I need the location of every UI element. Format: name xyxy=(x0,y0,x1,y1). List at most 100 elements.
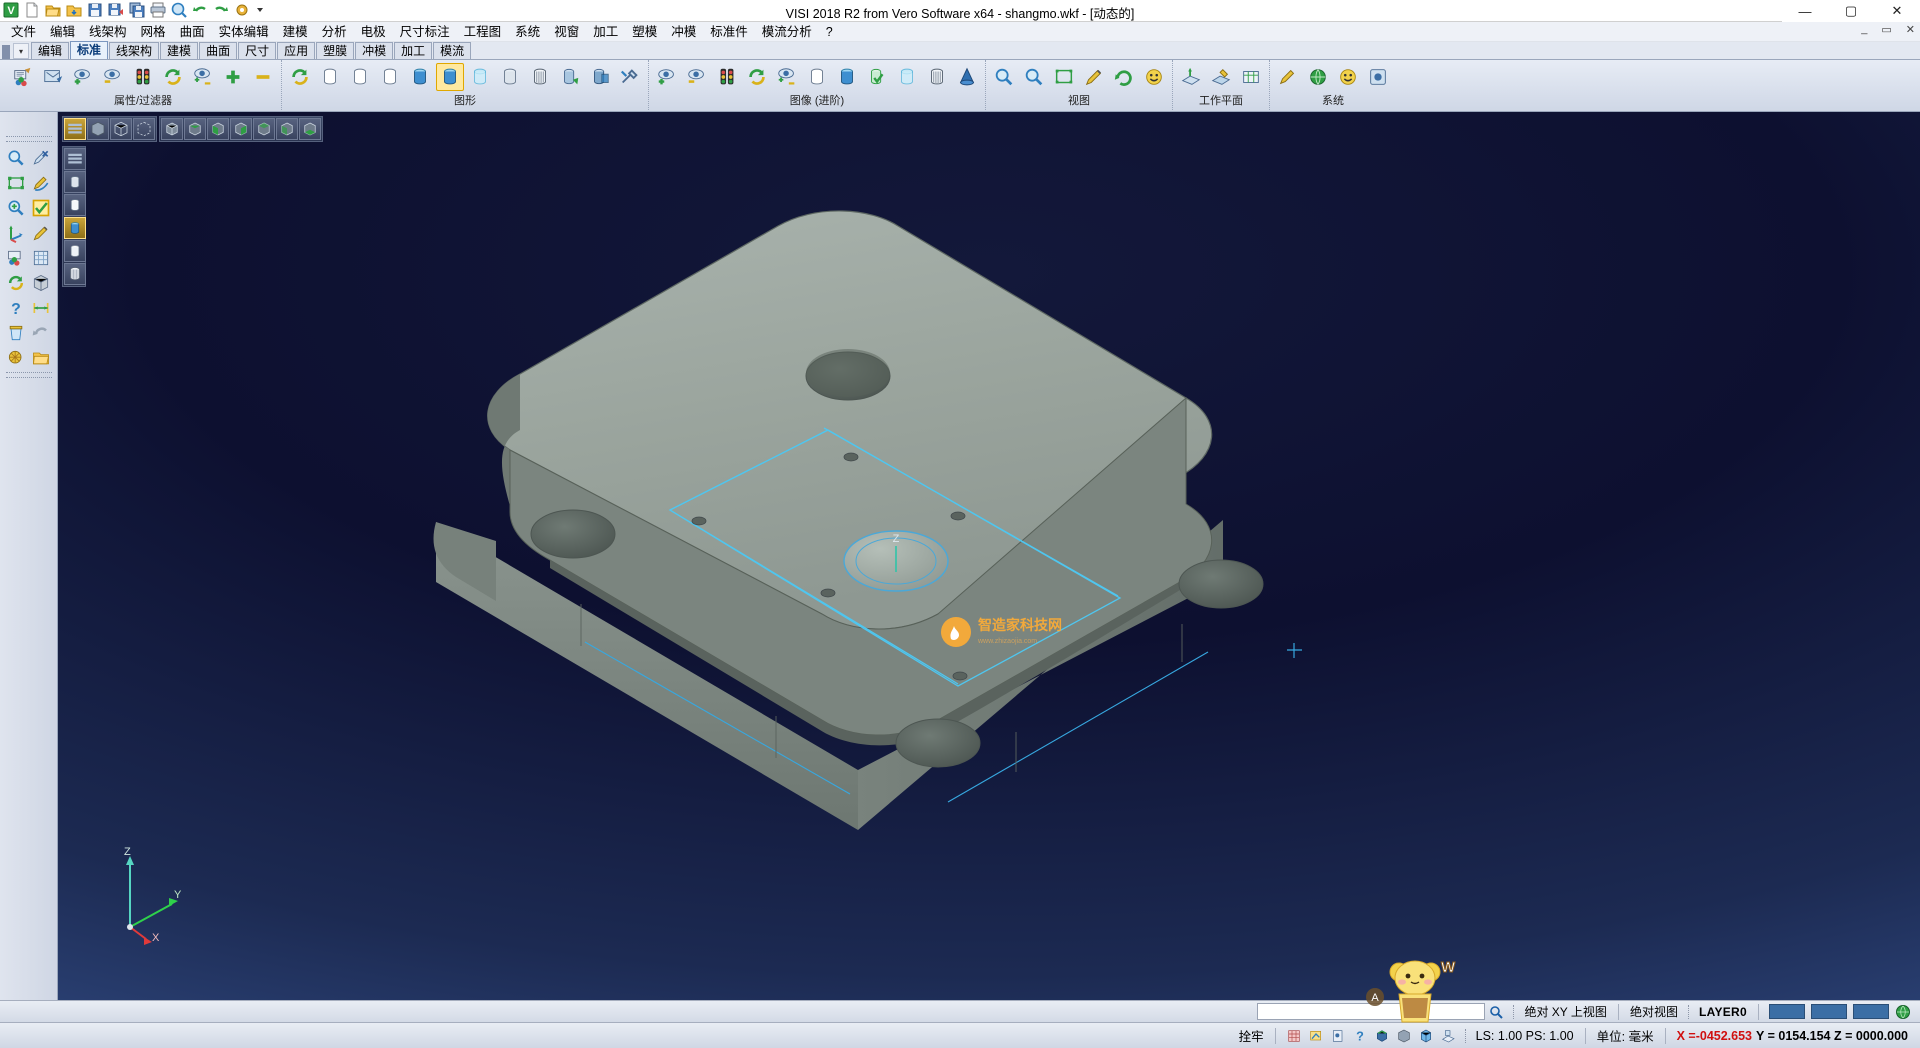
system-colors-icon[interactable] xyxy=(1304,63,1332,91)
ribbon-tab-10[interactable]: 模流 xyxy=(433,42,471,59)
dimension-tool-icon[interactable] xyxy=(29,296,53,320)
wireframe-icon[interactable] xyxy=(316,63,344,91)
layers-icon[interactable] xyxy=(29,246,53,270)
filter-traffic-icon[interactable] xyxy=(129,63,157,91)
left-view-icon[interactable] xyxy=(276,118,298,140)
toolbar-grip-bottom[interactable] xyxy=(6,372,52,378)
snap-help-icon[interactable]: ? xyxy=(1349,1026,1371,1046)
hidden-line-icon[interactable] xyxy=(346,63,374,91)
section-icon[interactable] xyxy=(586,63,614,91)
shade-solid-icon[interactable] xyxy=(87,118,109,140)
snap-grid-icon[interactable] xyxy=(1283,1026,1305,1046)
rotate-view-icon[interactable] xyxy=(1110,63,1138,91)
save-all-icon[interactable] xyxy=(128,1,148,21)
right-view-icon[interactable] xyxy=(230,118,252,140)
edit-pen-icon[interactable] xyxy=(29,221,53,245)
ribbon-tab-6[interactable]: 应用 xyxy=(277,42,315,59)
front-view-icon[interactable] xyxy=(207,118,229,140)
hide-entities-icon[interactable] xyxy=(99,63,127,91)
element-info-icon[interactable] xyxy=(39,63,67,91)
zoom-tool-icon[interactable] xyxy=(4,146,28,170)
adv-show-icon[interactable] xyxy=(653,63,681,91)
zoom-plus-icon[interactable] xyxy=(4,196,28,220)
refresh-tool-icon[interactable] xyxy=(4,271,28,295)
menu-item-6[interactable]: 建模 xyxy=(276,23,315,41)
menu-item-3[interactable]: 网格 xyxy=(134,23,173,41)
menu-item-18[interactable]: ? xyxy=(819,23,840,41)
shaded-edges-icon[interactable] xyxy=(436,63,464,91)
delete-trash-icon[interactable] xyxy=(4,321,28,345)
transparent-icon[interactable] xyxy=(466,63,494,91)
shaded-quality-icon[interactable] xyxy=(496,63,524,91)
palette-list-icon[interactable] xyxy=(64,148,86,170)
ribbon-tab-2[interactable]: 线架构 xyxy=(109,42,159,59)
toggle-visibility-icon[interactable] xyxy=(189,63,217,91)
bottom-view-icon[interactable] xyxy=(299,118,321,140)
delete-entity-icon[interactable] xyxy=(29,146,53,170)
help-tool-icon[interactable]: ? xyxy=(4,296,28,320)
render-icon[interactable] xyxy=(556,63,584,91)
customize-quick-access-icon[interactable] xyxy=(254,1,274,21)
refresh-view-icon[interactable] xyxy=(159,63,187,91)
system-layers-icon[interactable] xyxy=(1334,63,1362,91)
menu-item-10[interactable]: 工程图 xyxy=(457,23,509,41)
close-button[interactable]: ✕ xyxy=(1874,0,1920,22)
units-label[interactable]: 单位: 毫米 xyxy=(1593,1026,1658,1045)
axis-move-icon[interactable] xyxy=(4,221,28,245)
iso-view-icon[interactable] xyxy=(161,118,183,140)
confirm-icon[interactable] xyxy=(29,196,53,220)
palette-icon[interactable] xyxy=(4,246,28,270)
system-settings-icon[interactable] xyxy=(1274,63,1302,91)
regen-icon[interactable] xyxy=(286,63,314,91)
menu-item-5[interactable]: 实体编辑 xyxy=(212,23,276,41)
ribbon-tab-1[interactable]: 标准 xyxy=(70,41,108,59)
workplane-manage-icon[interactable] xyxy=(1237,63,1265,91)
shade-wire-icon[interactable] xyxy=(110,118,132,140)
graphics-viewport[interactable]: Z 智造家科技网 www.zhizaojia.com Z xyxy=(58,112,1920,1000)
shaded-icon[interactable] xyxy=(406,63,434,91)
snap-plane-icon[interactable] xyxy=(1437,1026,1459,1046)
undo-icon[interactable] xyxy=(191,1,211,21)
menu-item-4[interactable]: 曲面 xyxy=(173,23,212,41)
new-file-icon[interactable] xyxy=(23,1,43,21)
menu-item-8[interactable]: 电极 xyxy=(354,23,393,41)
save-icon[interactable] xyxy=(86,1,106,21)
snap-solid-icon[interactable] xyxy=(1393,1026,1415,1046)
save-as-icon[interactable] xyxy=(107,1,127,21)
undo-tool-icon[interactable] xyxy=(29,321,53,345)
add-selection-icon[interactable] xyxy=(219,63,247,91)
mdi-close-button[interactable]: ✕ xyxy=(1903,23,1918,36)
layer-label[interactable]: LAYER0 xyxy=(1695,1005,1751,1019)
palette-mesh-icon[interactable] xyxy=(64,263,86,285)
adv-check-icon[interactable] xyxy=(863,63,891,91)
ribbon-tab-3[interactable]: 建模 xyxy=(160,42,198,59)
element-attributes-icon[interactable] xyxy=(9,63,37,91)
color-swatch-1[interactable] xyxy=(1769,1004,1805,1019)
open-file-icon[interactable] xyxy=(44,1,64,21)
mdi-restore-button[interactable]: ▭ xyxy=(1878,23,1894,36)
ribbon-tab-0[interactable]: 编辑 xyxy=(31,42,69,59)
ribbon-tab-8[interactable]: 冲模 xyxy=(355,42,393,59)
app-logo-icon[interactable]: V xyxy=(2,1,22,21)
toolbar-grip[interactable] xyxy=(6,136,52,142)
render-face-icon[interactable] xyxy=(1140,63,1168,91)
adv-traffic-icon[interactable] xyxy=(713,63,741,91)
menu-item-16[interactable]: 标准件 xyxy=(703,23,755,41)
menu-item-1[interactable]: 编辑 xyxy=(43,23,82,41)
ribbon-tab-5[interactable]: 尺寸 xyxy=(238,42,276,59)
maximize-button[interactable]: ▢ xyxy=(1828,0,1874,22)
adv-hide-icon[interactable] xyxy=(683,63,711,91)
mdi-minimize-button[interactable]: _ xyxy=(1858,23,1870,36)
adv-cyl4-icon[interactable] xyxy=(923,63,951,91)
options-icon[interactable] xyxy=(233,1,253,21)
adv-cyl2-icon[interactable] xyxy=(833,63,861,91)
color-swatch-3[interactable] xyxy=(1853,1004,1889,1019)
measure-icon[interactable] xyxy=(1080,63,1108,91)
palette-cyl4-icon[interactable] xyxy=(64,240,86,262)
redo-icon[interactable] xyxy=(212,1,232,21)
menu-item-2[interactable]: 线架构 xyxy=(82,23,134,41)
modify-curve-icon[interactable] xyxy=(29,171,53,195)
top-view-icon[interactable] xyxy=(184,118,206,140)
list-view-icon[interactable] xyxy=(64,118,86,140)
ribbon-tab-9[interactable]: 加工 xyxy=(394,42,432,59)
